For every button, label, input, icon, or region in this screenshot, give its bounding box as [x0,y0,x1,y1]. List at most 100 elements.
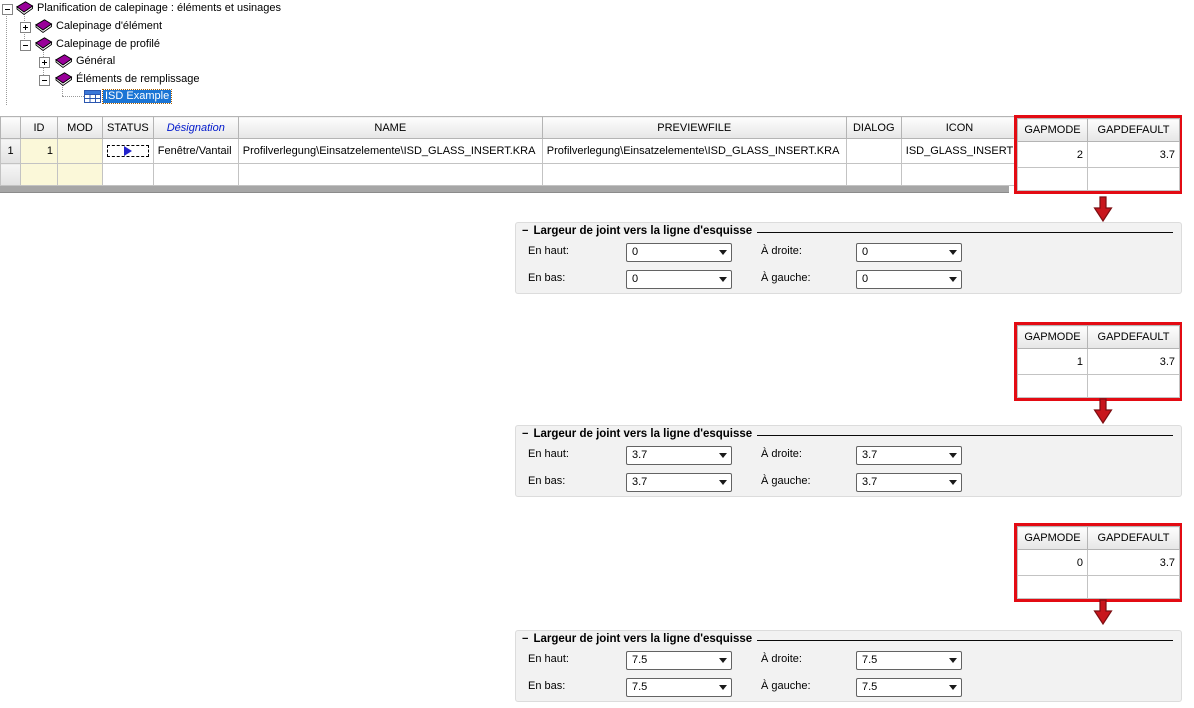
field-label-a-gauche: À gauche: [761,680,811,692]
combo-en-bas[interactable]: 3.7 [626,473,732,492]
cell-gapmode[interactable] [1017,575,1088,599]
chevron-down-icon[interactable] [715,685,731,690]
cell-status[interactable] [102,163,154,186]
cell-dialog[interactable] [845,138,902,164]
groupbox-header: − Largeur de joint vers la ligne d'esqui… [522,633,1173,645]
column-header-gapdefault[interactable]: GAPDEFAULT [1087,325,1180,349]
cell-gapdefault[interactable] [1087,374,1180,398]
combo-en-haut[interactable]: 0 [626,243,732,262]
field-label-a-droite: À droite: [761,653,802,665]
collapse-glyph[interactable]: − [522,428,528,440]
combo-en-haut[interactable]: 3.7 [626,446,732,465]
cell-icon[interactable]: ISD_GLASS_INSERT [900,138,1019,164]
tree-item-general[interactable]: Général [74,55,117,68]
cell-icon[interactable] [900,163,1019,186]
tree-item-planification[interactable]: Planification de calepinage : éléments e… [35,2,283,15]
cell-dialog[interactable] [845,163,902,186]
combo-value: 0 [632,273,639,285]
combo-a-droite[interactable]: 3.7 [856,446,962,465]
cell-designation[interactable]: Fenêtre/Vantail [152,138,239,164]
collapse-toggle-icon[interactable] [20,40,31,51]
chevron-down-icon[interactable] [715,453,731,458]
cell-mod[interactable] [57,163,103,186]
cell-gapdefault[interactable] [1087,575,1180,599]
combo-value: 0 [862,273,869,285]
column-header-id[interactable]: ID [20,116,58,139]
cell-gapdefault[interactable]: 3.7 [1087,141,1180,168]
cell-previewfile[interactable]: Profilverlegung\Einsatzelemente\ISD_GLAS… [541,138,847,164]
combo-value: 0 [632,246,639,258]
cell-id[interactable]: 1 [20,138,58,164]
book-icon [35,37,53,52]
expand-toggle-icon[interactable] [20,22,31,33]
row-number-cell[interactable]: 1 [0,138,21,164]
gap-table-2: GAPMODE GAPDEFAULT 1 3.7 [1017,325,1180,398]
field-label-a-gauche: À gauche: [761,475,811,487]
cell-id[interactable] [20,163,58,186]
combo-en-bas[interactable]: 0 [626,270,732,289]
combo-a-gauche[interactable]: 0 [856,270,962,289]
combo-a-gauche[interactable]: 7.5 [856,678,962,697]
chevron-down-icon[interactable] [715,480,731,485]
row-number-cell[interactable] [0,163,21,186]
column-header-name[interactable]: NAME [237,116,543,139]
grid-corner-cell[interactable] [0,116,21,139]
cell-status[interactable] [102,138,154,164]
combo-a-droite[interactable]: 7.5 [856,651,962,670]
chevron-down-icon[interactable] [715,277,731,282]
chevron-down-icon[interactable] [715,250,731,255]
cell-gapdefault[interactable]: 3.7 [1087,348,1180,375]
chevron-down-icon[interactable] [945,658,961,663]
tree-item-calepinage-element[interactable]: Calepinage d'élément [54,20,164,33]
expand-toggle-icon[interactable] [39,57,50,68]
cell-gapmode[interactable]: 0 [1017,549,1088,576]
column-header-gapdefault[interactable]: GAPDEFAULT [1087,526,1180,550]
column-header-icon[interactable]: ICON [900,116,1019,139]
cell-gapdefault[interactable] [1087,167,1180,191]
cell-gapmode[interactable]: 2 [1017,141,1088,168]
combo-a-gauche[interactable]: 3.7 [856,473,962,492]
column-header-designation[interactable]: Désignation [152,116,239,139]
cell-gapmode[interactable] [1017,167,1088,191]
cell-gapdefault[interactable]: 3.7 [1087,549,1180,576]
collapse-toggle-icon[interactable] [2,4,13,15]
cell-name[interactable] [237,163,543,186]
combo-a-droite[interactable]: 0 [856,243,962,262]
collapse-glyph[interactable]: − [522,225,528,237]
column-header-gapmode[interactable]: GAPMODE [1017,118,1088,142]
chevron-down-icon[interactable] [945,453,961,458]
table-row-empty [0,163,1019,186]
groupbox-rule [757,639,1173,641]
down-arrow-icon [1093,398,1113,424]
tree-item-elements-remplissage[interactable]: Éléments de remplissage [74,73,202,86]
cell-mod[interactable] [57,138,103,164]
tree-item-isd-example[interactable]: ISD Example [101,89,173,104]
column-header-gapmode[interactable]: GAPMODE [1017,526,1088,550]
combo-value: 7.5 [632,654,648,666]
collapse-glyph[interactable]: − [522,633,528,645]
column-header-previewfile[interactable]: PREVIEWFILE [541,116,847,139]
combo-en-haut[interactable]: 7.5 [626,651,732,670]
cell-designation[interactable] [152,163,239,186]
combo-value: 0 [862,246,869,258]
chevron-down-icon[interactable] [945,250,961,255]
cell-name[interactable]: Profilverlegung\Einsatzelemente\ISD_GLAS… [237,138,543,164]
groupbox-header: − Largeur de joint vers la ligne d'esqui… [522,428,1173,440]
chevron-down-icon[interactable] [715,658,731,663]
chevron-down-icon[interactable] [945,277,961,282]
cell-gapmode[interactable] [1017,374,1088,398]
column-header-gapdefault[interactable]: GAPDEFAULT [1087,118,1180,142]
column-header-status[interactable]: STATUS [102,116,154,139]
tree-item-calepinage-profile[interactable]: Calepinage de profilé [54,38,162,51]
chevron-down-icon[interactable] [945,685,961,690]
column-header-gapmode[interactable]: GAPMODE [1017,325,1088,349]
chevron-down-icon[interactable] [945,480,961,485]
cell-gapmode[interactable]: 1 [1017,348,1088,375]
combo-en-bas[interactable]: 7.5 [626,678,732,697]
cell-previewfile[interactable] [541,163,847,186]
column-header-dialog[interactable]: DIALOG [845,116,902,139]
column-header-mod[interactable]: MOD [57,116,103,139]
table-bottom-scrollbar[interactable] [0,186,1009,193]
collapse-toggle-icon[interactable] [39,75,50,86]
gap-table-3: GAPMODE GAPDEFAULT 0 3.7 [1017,526,1180,599]
